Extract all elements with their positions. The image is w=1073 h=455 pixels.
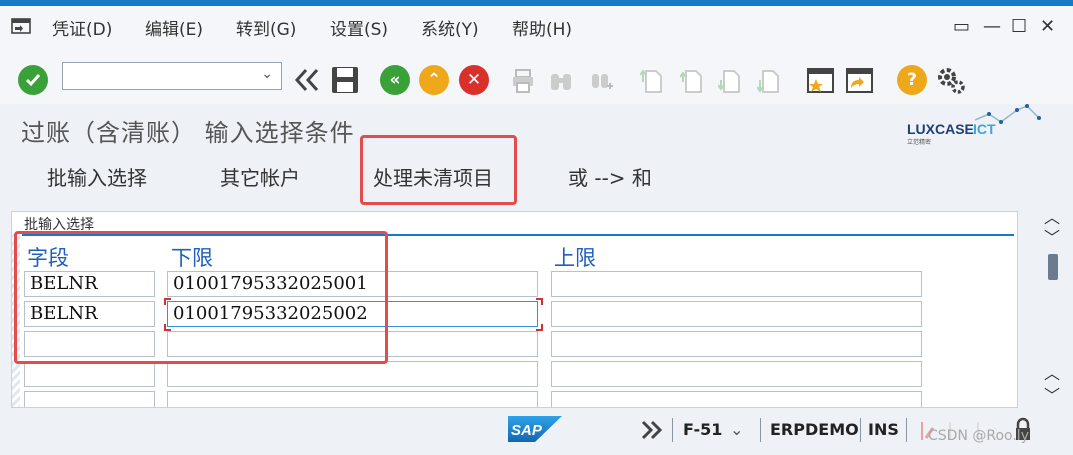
- find-icon: [551, 74, 571, 90]
- collapse-toolbar-icon[interactable]: [292, 67, 322, 93]
- vertical-scrollbar[interactable]: ︿ ﹀ ︿ ﹀: [1040, 200, 1066, 408]
- expand-status-icon[interactable]: [640, 419, 664, 441]
- scroll-down-icon[interactable]: ﹀: [1044, 382, 1060, 406]
- lower-limit-cell[interactable]: [167, 391, 538, 407]
- back-icon[interactable]: «: [380, 65, 410, 95]
- maximize-icon[interactable]: ☐: [1011, 16, 1027, 37]
- app-menu-icon[interactable]: [11, 18, 31, 34]
- restore-window-icon[interactable]: ▭: [953, 16, 970, 37]
- title-area: 过账（含清账） 输入选择条件 LUXCASE ICT 立范精密: [0, 104, 1073, 148]
- chevron-down-icon[interactable]: ⌄: [261, 66, 273, 82]
- first-page-icon: [640, 69, 662, 93]
- command-field[interactable]: ⌄: [62, 62, 282, 90]
- status-separator: [672, 418, 673, 442]
- field-cell[interactable]: [24, 391, 155, 407]
- focus-corner: [536, 298, 543, 305]
- selection-panel: 批输入选择 字段 下限 上限 BELNR 01001795332025001 B…: [11, 211, 1018, 408]
- chevron-down-icon[interactable]: ⌄: [730, 420, 743, 439]
- standard-toolbar: ⌄ « ⌃ ✕ ?: [0, 46, 1073, 104]
- gear-icon[interactable]: [935, 65, 967, 97]
- system-name: ERPDEMO: [770, 420, 859, 439]
- menu-voucher[interactable]: 凭证(D): [52, 15, 112, 40]
- next-page-icon: [718, 70, 740, 93]
- lower-limit-cell[interactable]: [167, 361, 538, 387]
- enter-checkmark-icon[interactable]: [18, 65, 48, 95]
- shortcut-icon[interactable]: [845, 66, 875, 96]
- focus-corner: [536, 324, 543, 331]
- upper-limit-cell[interactable]: [551, 331, 922, 357]
- other-account-button[interactable]: 其它帐户: [220, 162, 300, 191]
- header-upper-limit: 上限: [554, 246, 596, 270]
- upper-limit-cell[interactable]: [551, 301, 922, 327]
- scrollbar-thumb[interactable]: [1048, 254, 1058, 280]
- upper-limit-cell[interactable]: [551, 391, 922, 407]
- menu-settings[interactable]: 设置(S): [330, 15, 388, 40]
- upper-limit-cell[interactable]: [551, 361, 922, 387]
- last-page-icon: [757, 70, 779, 93]
- minimize-icon[interactable]: —: [983, 16, 1001, 37]
- annotation-highlight: [14, 231, 388, 364]
- exit-icon[interactable]: ⌃: [419, 65, 449, 95]
- help-icon[interactable]: ?: [897, 65, 927, 95]
- scroll-down-icon[interactable]: ﹀: [1044, 224, 1060, 248]
- annotation-highlight: [360, 135, 517, 205]
- previous-page-icon: [680, 70, 702, 93]
- logo-text: LUXCASE: [907, 121, 974, 137]
- company-logo: LUXCASE ICT 立范精密: [907, 104, 1041, 146]
- menu-system[interactable]: 系统(Y): [421, 15, 479, 40]
- print-icon: [513, 69, 533, 93]
- menu-edit[interactable]: 编辑(E): [145, 15, 203, 40]
- cancel-icon[interactable]: ✕: [459, 65, 489, 95]
- insert-mode[interactable]: INS: [868, 420, 899, 439]
- status-separator: [860, 418, 861, 442]
- status-separator: [760, 418, 761, 442]
- create-session-icon[interactable]: [806, 66, 836, 96]
- sap-logo: SAP: [508, 416, 562, 442]
- find-next-icon: [592, 74, 613, 89]
- close-window-icon[interactable]: ✕: [1040, 16, 1055, 37]
- menu-help[interactable]: 帮助(H): [512, 15, 572, 40]
- application-toolbar: 批输入选择 其它帐户 处理未清项目 或 --> 和: [0, 135, 1073, 205]
- status-separator: [906, 418, 907, 442]
- sap-logo-text: SAP: [511, 422, 543, 439]
- save-icon[interactable]: [330, 65, 360, 95]
- or-and-toggle-button[interactable]: 或 --> 和: [568, 162, 652, 191]
- csdn-watermark: CSDN @Roo.ly: [928, 428, 1029, 444]
- menu-goto[interactable]: 转到(G): [236, 15, 296, 40]
- status-bar: SAP F-51 ⌄ ERPDEMO INS CSDN @Roo.ly: [0, 408, 1073, 455]
- menu-bar: 凭证(D) 编辑(E) 转到(G) 设置(S) 系统(Y) 帮助(H) ▭ — …: [0, 6, 1073, 46]
- upper-limit-cell[interactable]: [551, 271, 922, 297]
- batch-input-selection-button[interactable]: 批输入选择: [47, 162, 147, 191]
- field-cell[interactable]: [24, 361, 155, 387]
- logo-subtext: 立范精密: [907, 138, 931, 146]
- page-title: 过账（含清账） 输入选择条件: [21, 119, 355, 147]
- logo-accent: ICT: [973, 121, 996, 137]
- transaction-code: F-51: [683, 420, 723, 439]
- scroll-up-icon[interactable]: ︿: [1044, 360, 1060, 384]
